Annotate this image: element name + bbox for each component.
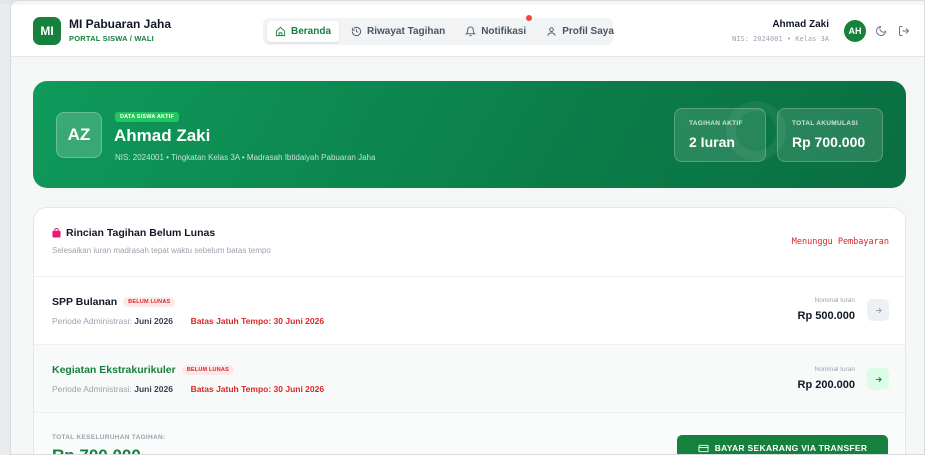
nominal-value: Rp 200.000 xyxy=(797,379,855,391)
nav-tab-riwayat-tagihan[interactable]: Riwayat Tagihan xyxy=(343,21,453,42)
nav-tab-label: Profil Saya xyxy=(562,26,614,37)
avatar[interactable]: AH xyxy=(844,20,866,42)
arrow-right-icon xyxy=(875,307,882,313)
separator-dot: · xyxy=(180,316,184,326)
student-meta: NIS: 2024001 • Tingkatan Kelas 3A • Madr… xyxy=(115,153,376,162)
bill-row-spp[interactable]: SPP Bulanan BELUM LUNAS Periode Administ… xyxy=(34,276,905,344)
total-value: Rp 700.000 xyxy=(52,446,141,454)
user-icon xyxy=(547,27,556,36)
brand-logo[interactable]: MI xyxy=(33,17,61,45)
brand-subtitle: PORTAL SISWA / WALI xyxy=(69,34,154,43)
card-subtitle: Selesaikan iuran madrasah tepat waktu se… xyxy=(52,246,271,255)
nav-tab-beranda[interactable]: Beranda xyxy=(267,21,340,42)
student-name: Ahmad Zaki xyxy=(114,126,211,145)
bell-icon xyxy=(465,26,477,37)
brand-name: MI Pabuaran Jaha xyxy=(69,17,172,31)
nav-tab-label: Beranda xyxy=(291,26,332,37)
top-header: MI MI Pabuaran Jaha PORTAL SISWA / WALI … xyxy=(11,5,924,57)
user-name: Ahmad Zaki xyxy=(772,19,829,30)
notification-dot xyxy=(526,15,533,21)
history-icon xyxy=(351,26,362,37)
pay-button-label: BAYAR SEKARANG VIA TRANSFER xyxy=(714,443,868,453)
card-title: Rincian Tagihan Belum Lunas xyxy=(52,227,215,239)
nav-tab-notifikasi[interactable]: Notifikasi xyxy=(457,15,534,42)
bill-name-text: SPP Bulanan xyxy=(52,296,118,308)
bag-icon xyxy=(52,228,61,238)
stat-label: TOTAL AKUMULASI xyxy=(792,120,859,127)
nominal-label: Nominal Iuran xyxy=(814,366,855,373)
stat-value: 2 Iuran xyxy=(689,134,735,150)
unpaid-badge: BELUM LUNAS xyxy=(181,365,234,375)
bill-meta: Periode Administrasi: Juni 2026 · Batas … xyxy=(52,316,324,326)
nav-tab-profil-saya[interactable]: Profil Saya xyxy=(538,21,622,42)
student-hero-banner: AZ DATA SISWA AKTIF Ahmad Zaki NIS: 2024… xyxy=(33,81,906,188)
period-value: Juni 2026 xyxy=(134,316,173,326)
active-student-badge: DATA SISWA AKTIF xyxy=(115,112,180,122)
nav-tab-label: Riwayat Tagihan xyxy=(367,26,446,37)
separator-dot: · xyxy=(180,384,184,394)
total-label: TOTAL KESELURUHAN TAGIHAN: xyxy=(52,434,166,441)
user-meta: NIS: 2024001 • Kelas 3A xyxy=(732,35,829,43)
period-label: Periode Administrasi: xyxy=(52,316,132,326)
nav-tab-label: Notifikasi xyxy=(481,26,527,37)
main-nav: Beranda Riwayat Tagihan Notifikasi Profi… xyxy=(263,15,614,45)
period-label: Periode Administrasi: xyxy=(52,384,132,394)
stat-value: Rp 700.000 xyxy=(792,134,866,150)
due-date: Batas Jatuh Tempo: 30 Juni 2026 xyxy=(190,384,325,394)
logout-button[interactable] xyxy=(894,20,914,42)
bill-meta: Periode Administrasi: Juni 2026 · Batas … xyxy=(52,384,324,394)
bill-detail-button[interactable] xyxy=(867,368,889,390)
student-avatar: AZ xyxy=(56,112,102,158)
card-title-text: Rincian Tagihan Belum Lunas xyxy=(66,227,216,239)
stat-total-accumulation: TOTAL AKUMULASI Rp 700.000 xyxy=(777,108,883,162)
bill-detail-button[interactable] xyxy=(867,299,889,321)
bill-row-ekstrakurikuler[interactable]: Kegiatan Ekstrakurikuler BELUM LUNAS Per… xyxy=(34,344,905,412)
unpaid-bills-card: Rincian Tagihan Belum Lunas Selesaikan i… xyxy=(33,207,906,454)
bill-name: Kegiatan Ekstrakurikuler BELUM LUNAS xyxy=(52,364,234,376)
stat-label: TAGIHAN AKTIF xyxy=(689,120,743,127)
payment-status: Menunggu Pembayaran xyxy=(791,237,889,247)
stat-active-bills: TAGIHAN AKTIF 2 Iuran xyxy=(674,108,766,162)
pay-transfer-button[interactable]: BAYAR SEKARANG VIA TRANSFER xyxy=(677,435,888,454)
bill-name-text: Kegiatan Ekstrakurikuler xyxy=(52,364,176,376)
logout-icon xyxy=(899,26,910,36)
arrow-right-icon xyxy=(875,376,882,382)
period-value: Juni 2026 xyxy=(134,384,173,394)
nominal-label: Nominal Iuran xyxy=(814,297,855,304)
bill-name: SPP Bulanan BELUM LUNAS xyxy=(52,296,176,308)
moon-icon xyxy=(876,25,887,36)
home-icon xyxy=(275,26,286,37)
theme-toggle-button[interactable] xyxy=(871,20,891,42)
unpaid-badge: BELUM LUNAS xyxy=(123,297,176,307)
nominal-value: Rp 500.000 xyxy=(797,310,855,322)
app-window: MI MI Pabuaran Jaha PORTAL SISWA / WALI … xyxy=(10,0,925,455)
due-date: Batas Jatuh Tempo: 30 Juni 2026 xyxy=(190,316,325,326)
credit-card-icon xyxy=(698,444,709,452)
